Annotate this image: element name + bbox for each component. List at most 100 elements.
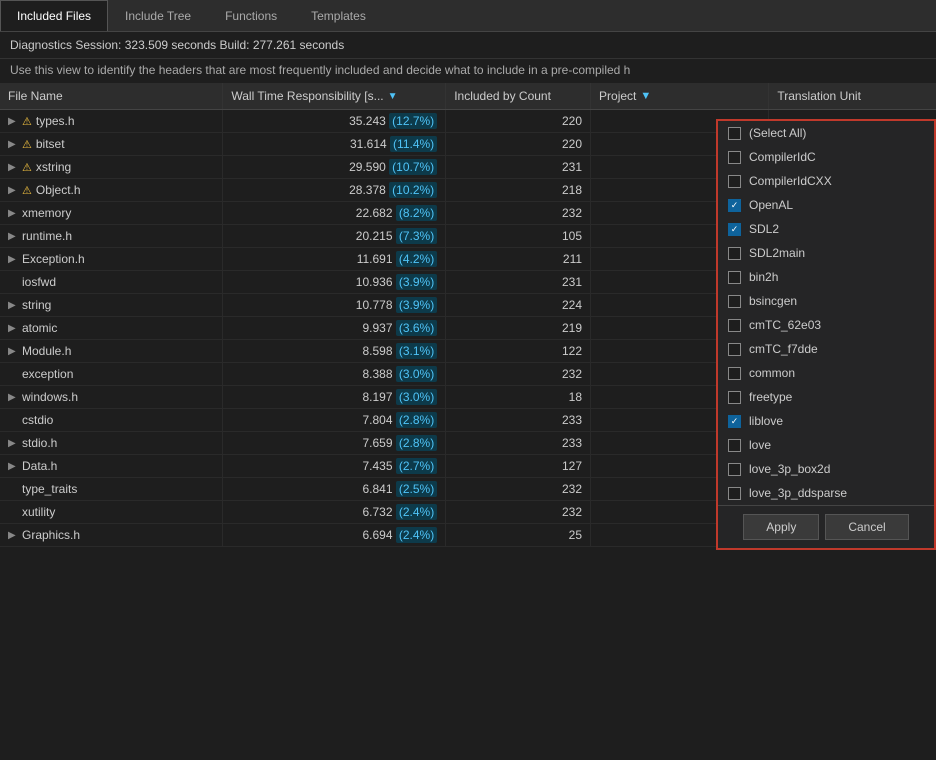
expand-icon[interactable]: ▶ <box>8 438 18 449</box>
pct-badge: (3.6%) <box>396 320 437 336</box>
dropdown-item[interactable]: freetype <box>718 385 934 409</box>
cell-count: 231 <box>446 156 591 179</box>
dropdown-checkbox[interactable] <box>728 199 741 212</box>
expand-icon[interactable]: ▶ <box>8 392 18 403</box>
expand-icon[interactable]: ▶ <box>8 323 18 334</box>
pct-badge: (2.5%) <box>396 481 437 497</box>
apply-button[interactable]: Apply <box>743 514 819 540</box>
expand-icon[interactable]: ▶ <box>8 231 18 242</box>
col-header-transunit: Translation Unit <box>769 83 936 110</box>
col-header-walltime[interactable]: Wall Time Responsibility [s... ▼ <box>223 83 446 110</box>
pct-badge: (10.7%) <box>389 159 437 175</box>
dropdown-footer: Apply Cancel <box>718 505 934 548</box>
dropdown-item-label: SDL2main <box>749 246 805 260</box>
cell-filename: ▶ string <box>0 294 223 317</box>
pct-badge: (8.2%) <box>396 205 437 221</box>
expand-icon[interactable]: ▶ <box>8 139 18 150</box>
filename-label: Module.h <box>22 344 71 358</box>
cancel-button[interactable]: Cancel <box>825 514 908 540</box>
dropdown-item[interactable]: (Select All) <box>718 121 934 145</box>
pct-badge: (3.9%) <box>396 274 437 290</box>
tab-include-tree[interactable]: Include Tree <box>108 0 208 31</box>
info-description: Use this view to identify the headers th… <box>0 59 936 83</box>
tab-templates[interactable]: Templates <box>294 0 383 31</box>
expand-icon[interactable]: ▶ <box>8 461 18 472</box>
cell-count: 219 <box>446 317 591 340</box>
dropdown-item-label: liblove <box>749 414 783 428</box>
pct-badge: (2.8%) <box>396 435 437 451</box>
dropdown-item-label: love_3p_ddsparse <box>749 486 847 500</box>
dropdown-checkbox[interactable] <box>728 343 741 356</box>
dropdown-checkbox[interactable] <box>728 439 741 452</box>
dropdown-item-label: CompilerIdCXX <box>749 174 832 188</box>
dropdown-checkbox[interactable] <box>728 487 741 500</box>
dropdown-item[interactable]: OpenAL <box>718 193 934 217</box>
expand-icon[interactable]: ▶ <box>8 254 18 265</box>
dropdown-item[interactable]: love_3p_box2d <box>718 457 934 481</box>
dropdown-checkbox[interactable] <box>728 175 741 188</box>
filter-icon[interactable]: ▼ <box>640 90 651 102</box>
cell-filename: ▶ windows.h <box>0 386 223 409</box>
dropdown-item[interactable]: SDL2 <box>718 217 934 241</box>
dropdown-checkbox[interactable] <box>728 391 741 404</box>
dropdown-list[interactable]: (Select All) CompilerIdC CompilerIdCXX O… <box>718 121 934 505</box>
cell-walltime: 8.598 (3.1%) <box>223 340 446 363</box>
dropdown-item[interactable]: SDL2main <box>718 241 934 265</box>
filename-label: types.h <box>36 114 75 128</box>
filename-label: xutility <box>22 505 55 519</box>
dropdown-item[interactable]: bsincgen <box>718 289 934 313</box>
tab-functions[interactable]: Functions <box>208 0 294 31</box>
expand-icon[interactable]: ▶ <box>8 162 18 173</box>
pct-badge: (3.9%) <box>396 297 437 313</box>
expand-icon[interactable]: ▶ <box>8 208 18 219</box>
dropdown-item[interactable]: love <box>718 433 934 457</box>
expand-icon[interactable]: ▶ <box>8 530 18 541</box>
dropdown-checkbox[interactable] <box>728 271 741 284</box>
dropdown-item[interactable]: love_3p_ddsparse <box>718 481 934 505</box>
cell-walltime: 31.614 (11.4%) <box>223 133 446 156</box>
dropdown-item[interactable]: cmTC_f7dde <box>718 337 934 361</box>
dropdown-checkbox[interactable] <box>728 247 741 260</box>
warning-icon: ⚠ <box>22 161 32 174</box>
dropdown-checkbox[interactable] <box>728 319 741 332</box>
dropdown-checkbox[interactable] <box>728 127 741 140</box>
expand-icon[interactable]: ▶ <box>8 185 18 196</box>
project-filter-dropdown: (Select All) CompilerIdC CompilerIdCXX O… <box>716 119 936 550</box>
pct-badge: (2.4%) <box>396 504 437 520</box>
sort-arrow-icon: ▼ <box>388 91 398 102</box>
filename-label: cstdio <box>22 413 53 427</box>
dropdown-item[interactable]: bin2h <box>718 265 934 289</box>
expand-icon[interactable]: ▶ <box>8 346 18 357</box>
dropdown-checkbox[interactable] <box>728 295 741 308</box>
cell-filename: type_traits <box>0 478 223 501</box>
content-area: File Name Wall Time Responsibility [s...… <box>0 83 936 760</box>
cell-filename: ▶ Module.h <box>0 340 223 363</box>
cell-filename: ▶ Data.h <box>0 455 223 478</box>
expand-icon[interactable]: ▶ <box>8 116 18 127</box>
cell-walltime: 29.590 (10.7%) <box>223 156 446 179</box>
dropdown-item[interactable]: liblove <box>718 409 934 433</box>
dropdown-checkbox[interactable] <box>728 415 741 428</box>
tab-included-files[interactable]: Included Files <box>0 0 108 31</box>
dropdown-item[interactable]: common <box>718 361 934 385</box>
cell-count: 233 <box>446 432 591 455</box>
cell-walltime: 22.682 (8.2%) <box>223 202 446 225</box>
cell-filename: cstdio <box>0 409 223 432</box>
expand-icon[interactable]: ▶ <box>8 300 18 311</box>
dropdown-checkbox[interactable] <box>728 367 741 380</box>
pct-badge: (7.3%) <box>396 228 437 244</box>
dropdown-item[interactable]: CompilerIdC <box>718 145 934 169</box>
dropdown-item[interactable]: cmTC_62e03 <box>718 313 934 337</box>
dropdown-checkbox[interactable] <box>728 463 741 476</box>
dropdown-item[interactable]: CompilerIdCXX <box>718 169 934 193</box>
dropdown-checkbox[interactable] <box>728 223 741 236</box>
dropdown-item-label: love <box>749 438 771 452</box>
cell-count: 25 <box>446 524 591 547</box>
col-header-project[interactable]: Project ▼ <box>591 83 769 110</box>
cell-count: 232 <box>446 363 591 386</box>
cell-filename: ▶ stdio.h <box>0 432 223 455</box>
cell-walltime: 6.694 (2.4%) <box>223 524 446 547</box>
diagnostics-info: Diagnostics Session: 323.509 seconds Bui… <box>0 32 936 59</box>
dropdown-checkbox[interactable] <box>728 151 741 164</box>
main-container: Included Files Include Tree Functions Te… <box>0 0 936 760</box>
